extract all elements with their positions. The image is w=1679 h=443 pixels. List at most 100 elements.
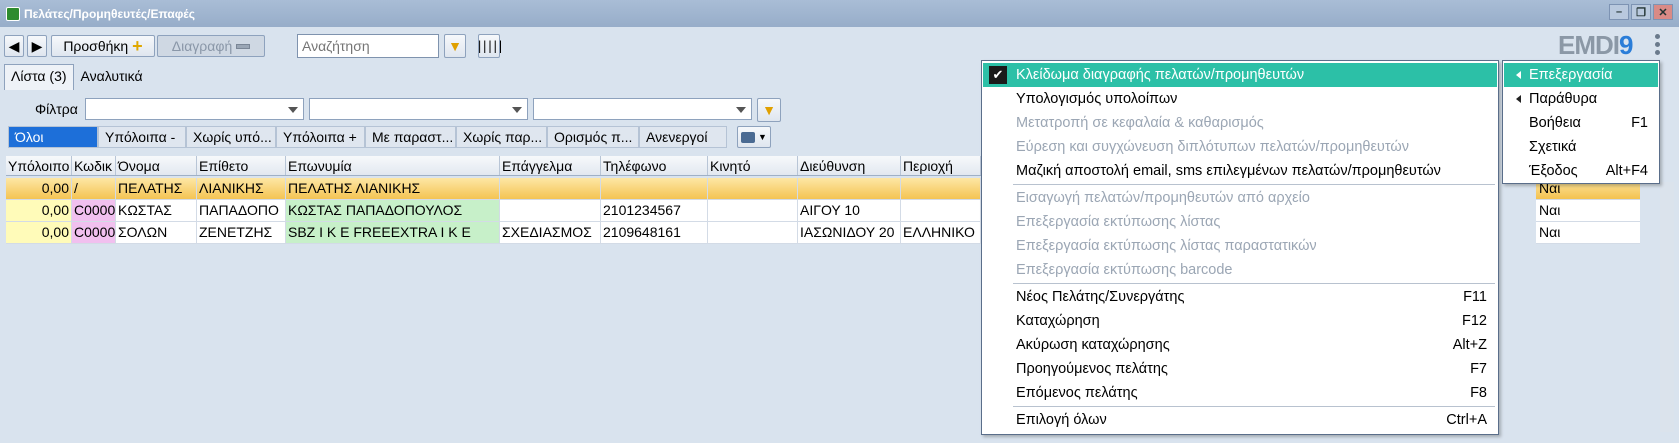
cell-balance: 0,00 [6,222,72,244]
quick-filter-define[interactable]: Ορισμός π... [547,126,639,148]
menu-item-uppercase-clean[interactable]: Μετατροπή σε κεφαλαία & καθαρισμός [983,111,1497,135]
cell-balance: 0,00 [6,200,72,222]
cell-name: ΣΟΛΩΝ [116,222,197,244]
table-row[interactable]: 0,00 C0000 ΣΟΛΩΝ ΖΕΝΕΤΖΗΣ SBZ I K E FREE… [6,222,981,244]
menu-item-bulk-email-sms[interactable]: Μαζική αποστολή email, sms επιλεγμένων π… [983,159,1497,183]
menu-separator [1013,406,1495,407]
chevron-down-icon: ▼ [758,132,767,142]
quick-filter-positive-balance[interactable]: Υπόλοιπα + [276,126,365,148]
menu-item-cancel-save[interactable]: Ακύρωση καταχώρησης Alt+Z [983,333,1497,357]
cell-job [500,200,601,222]
search-input[interactable] [297,34,439,58]
next-arrow-button[interactable]: ▶ [27,35,47,57]
menu-item-select-all[interactable]: Επιλογή όλων Ctrl+A [983,408,1497,432]
col-mobile-header[interactable]: Κινητό [708,156,798,175]
cell-address: ΙΑΣΩΝΙΔΟΥ 20 [798,222,901,244]
menu-item-next-customer[interactable]: Επόμενος πελάτης F8 [983,381,1497,405]
clear-filters-button[interactable]: ▼ [757,98,781,122]
menu-item-previous-customer[interactable]: Προηγούμενος πελάτης F7 [983,357,1497,381]
cell-code: / [72,178,116,200]
plus-icon: + [132,36,143,56]
quick-filter-all[interactable]: Όλοι [8,126,98,148]
menu-item-lock-delete[interactable]: ✔ Κλείδωμα διαγραφής πελατών/προμηθευτών [983,63,1497,87]
filter-combo-3[interactable] [533,98,752,120]
col-balance-header[interactable]: Υπόλοιπο [6,156,72,175]
filter-combo-1[interactable] [85,98,304,120]
menu-item-label: Κλείδωμα διαγραφής πελατών/προμηθευτών [1016,67,1305,83]
quick-filter-inactive[interactable]: Ανενεργοί [639,126,727,148]
close-icon[interactable]: ✕ [1653,4,1673,20]
clear-filter-button[interactable]: ▼ [444,34,466,58]
menu-item-merge-duplicates[interactable]: Εύρεση και συγχώνευση διπλότυπων πελατών… [983,135,1497,159]
menu-item-edit-list-print[interactable]: Επεξεργασία εκτύπωσης λίστας [983,210,1497,234]
barcode-icon: ||||| [475,39,504,53]
menu-item-label: Επεξεργασία εκτύπωσης λίστας [1016,214,1221,230]
print-button[interactable]: ▼ [737,126,771,148]
cell-area [901,178,981,200]
minimize-icon[interactable]: – [1609,4,1629,20]
filters-label: Φίλτρα [35,101,78,117]
col-surname-header[interactable]: Επίθετο [197,156,286,175]
table-row[interactable]: 0,00 / ΠΕΛΑΤΗΣ ΛΙΑΝΙΚΗΣ ΠΕΛΑΤΗΣ ΛΙΑΝΙΚΗΣ [6,178,981,200]
cell-code: C0000 [72,200,116,222]
cell-balance: 0,00 [6,178,72,200]
menu-item-label: Επεξεργασία εκτύπωσης barcode [1016,262,1233,278]
table-row[interactable]: 0,00 C0000 ΚΩΣΤΑΣ ΠΑΠΑΔΟΠΟ ΚΩΣΤΑΣ ΠΑΠΑΔΟ… [6,200,981,222]
menu-item-help[interactable]: Βοήθεια F1 [1504,111,1658,135]
menu-item-save[interactable]: Καταχώρηση F12 [983,309,1497,333]
menu-item-import-file[interactable]: Εισαγωγή πελατών/προμηθευτών από αρχείο [983,186,1497,210]
window-title: Πελάτες/Προμηθευτές/Επαφές [24,6,195,21]
tab-list[interactable]: Λίστα (3) [4,64,74,90]
menu-item-edit[interactable]: Επεξεργασία [1504,63,1658,87]
filter-combo-2[interactable] [309,98,528,120]
menu-separator [1013,184,1495,185]
col-area-header[interactable]: Περιοχή [901,156,981,175]
col-phone-header[interactable]: Τηλέφωνο [601,156,708,175]
menu-item-label: Προηγούμενος πελάτης [1016,361,1168,377]
quick-filter-zero-balance[interactable]: Χωρίς υπό... [186,126,276,148]
add-button[interactable]: Προσθήκη + [51,35,155,57]
menu-item-new-customer[interactable]: Νέος Πελάτης/Συνεργάτης F11 [983,285,1497,309]
toolbar: ◀ ▶ Προσθήκη + Διαγραφή [0,30,1679,62]
col-name-header[interactable]: Όνομα [116,156,197,175]
barcode-button[interactable]: ||||| [475,34,504,58]
col-code-header[interactable]: Κωδικ [72,156,116,175]
menu-item-windows[interactable]: Παράθυρα [1504,87,1658,111]
menu-item-label: Μετατροπή σε κεφαλαία & καθαρισμός [1016,115,1264,131]
chevron-right-icon: ▶ [31,37,43,54]
cell-surname: ΛΙΑΝΙΚΗΣ [197,178,286,200]
quick-filter-negative-balance[interactable]: Υπόλοιπα - [98,126,186,148]
view-tabs: Λίστα (3) Αναλυτικά [4,64,150,90]
col-company-header[interactable]: Επωνυμία [286,156,500,175]
cell-code: C0000 [72,222,116,244]
menu-item-label: Έξοδος [1529,163,1578,179]
cell-phone: 2101234567 [601,200,708,222]
vertical-scrollbar[interactable] [1660,182,1674,432]
tab-details[interactable]: Αναλυτικά [74,64,150,90]
menu-item-shortcut: F7 [1470,361,1487,377]
filter-clear-icon: ▼ [762,102,776,118]
filters-row: Φίλτρα ▼ [0,96,790,122]
logo-nine: 9 [1619,30,1634,60]
menu-item-calc-balances[interactable]: Υπολογισμός υπολοίπων [983,87,1497,111]
chevron-left-icon [1516,95,1521,103]
restore-icon[interactable]: ❐ [1631,4,1651,20]
menu-item-edit-documents-print[interactable]: Επεξεργασία εκτύπωσης λίστας παραστατικώ… [983,234,1497,258]
cell-mobile [708,222,798,244]
menu-item-edit-barcode-print[interactable]: Επεξεργασία εκτύπωσης barcode [983,258,1497,282]
more-options-icon[interactable] [1655,34,1661,55]
prev-arrow-button[interactable]: ◀ [4,35,24,57]
cell-area: ΕΛΛΗΝΙΚΟ [901,222,981,244]
menu-item-exit[interactable]: Έξοδος Alt+F4 [1504,159,1658,183]
quick-filter-without-documents[interactable]: Χωρίς παρ... [456,126,547,148]
cell-company: ΚΩΣΤΑΣ ΠΑΠΑΔΟΠΟΥΛΟΣ [286,200,500,222]
menu-item-shortcut: Alt+Z [1452,337,1487,353]
menu-item-shortcut: Ctrl+A [1446,412,1487,428]
cell-job: ΣΧΕΔΙΑΣΜΟΣ [500,222,601,244]
cell-mobile [708,178,798,200]
quick-filter-with-documents[interactable]: Με παραστ... [365,126,456,148]
col-address-header[interactable]: Διεύθυνση [798,156,901,175]
menu-item-about[interactable]: Σχετικά [1504,135,1658,159]
delete-button[interactable]: Διαγραφή [157,35,265,57]
col-job-header[interactable]: Επάγγελμα [500,156,601,175]
